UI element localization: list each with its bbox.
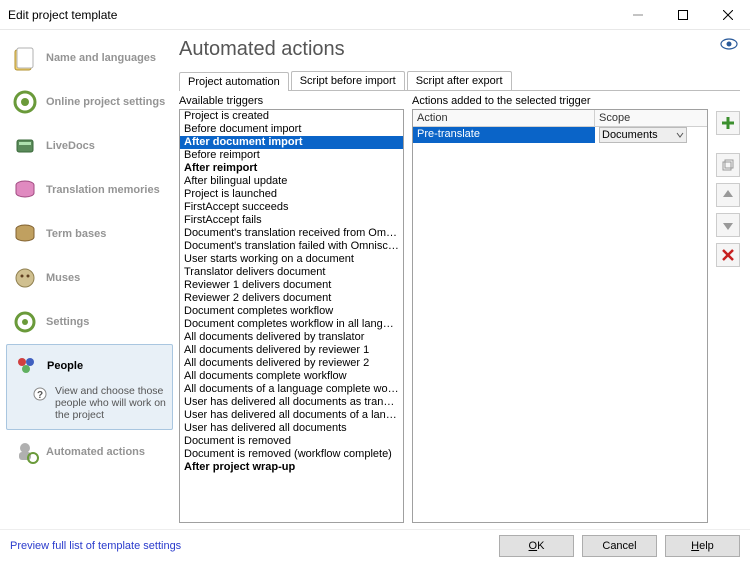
trigger-item[interactable]: All documents delivered by reviewer 1 bbox=[180, 344, 403, 357]
nav-label: LiveDocs bbox=[46, 140, 95, 152]
svg-text:?: ? bbox=[37, 390, 43, 401]
main-panel: Automated actions Project automationScri… bbox=[177, 30, 750, 529]
nav-hint-text: View and choose those people who will wo… bbox=[55, 385, 168, 421]
nav-label: Online project settings bbox=[46, 96, 165, 108]
tab-script-before-import[interactable]: Script before import bbox=[291, 71, 405, 90]
nav-icon bbox=[10, 131, 40, 161]
column-action[interactable]: Action bbox=[413, 110, 595, 126]
scope-select[interactable]: Documents bbox=[599, 127, 687, 143]
action-row[interactable]: Pre-translateDocuments bbox=[413, 127, 707, 143]
window-title: Edit project template bbox=[8, 8, 615, 22]
trigger-item[interactable]: After document import bbox=[180, 136, 403, 149]
nav-label: Automated actions bbox=[46, 446, 145, 458]
page-title: Automated actions bbox=[179, 38, 740, 61]
nav-icon bbox=[10, 307, 40, 337]
trigger-item[interactable]: User has delivered all documents of a la… bbox=[180, 409, 403, 422]
move-down-button[interactable] bbox=[716, 213, 740, 237]
trigger-item[interactable]: Translator delivers document bbox=[180, 266, 403, 279]
trigger-item[interactable]: Before document import bbox=[180, 123, 403, 136]
nav-label: Name and languages bbox=[46, 52, 156, 64]
tab-strip: Project automationScript before importSc… bbox=[179, 71, 740, 91]
sidebar-item-automated-actions[interactable]: Automated actions bbox=[6, 430, 173, 474]
trigger-item[interactable]: Reviewer 1 delivers document bbox=[180, 279, 403, 292]
footer: Preview full list of template settings O… bbox=[0, 529, 750, 561]
trigger-item[interactable]: Document completes workflow in all langu… bbox=[180, 318, 403, 331]
sidebar-item-translation-memories[interactable]: Translation memories bbox=[6, 168, 173, 212]
nav-icon bbox=[11, 351, 41, 381]
nav-label: Translation memories bbox=[46, 184, 160, 196]
trigger-item[interactable]: All documents complete workflow bbox=[180, 370, 403, 383]
sidebar-item-online-project-settings[interactable]: Online project settings bbox=[6, 80, 173, 124]
nav-label: Term bases bbox=[46, 228, 106, 240]
minimize-button[interactable] bbox=[615, 1, 660, 29]
trigger-item[interactable]: Document is removed bbox=[180, 435, 403, 448]
actions-added-label: Actions added to the selected trigger bbox=[412, 95, 708, 107]
ok-button[interactable]: OK bbox=[499, 535, 574, 557]
duplicate-action-button[interactable] bbox=[716, 153, 740, 177]
close-button[interactable] bbox=[705, 1, 750, 29]
tab-script-after-export[interactable]: Script after export bbox=[407, 71, 512, 90]
preview-settings-link[interactable]: Preview full list of template settings bbox=[10, 540, 181, 552]
eye-icon[interactable] bbox=[720, 38, 738, 53]
nav-label: Muses bbox=[46, 272, 80, 284]
sidebar: Name and languages Online project setting… bbox=[0, 30, 177, 529]
trigger-item[interactable]: After reimport bbox=[180, 162, 403, 175]
trigger-item[interactable]: After project wrap-up bbox=[180, 461, 403, 474]
actions-grid[interactable]: ActionScopePre-translateDocuments bbox=[412, 109, 708, 523]
trigger-item[interactable]: User starts working on a document bbox=[180, 253, 403, 266]
nav-label: People bbox=[47, 360, 83, 372]
sidebar-item-name-and-languages[interactable]: Name and languages bbox=[6, 36, 173, 80]
trigger-item[interactable]: Document's translation failed with Omnis… bbox=[180, 240, 403, 253]
trigger-item[interactable]: Project is created bbox=[180, 110, 403, 123]
move-up-button[interactable] bbox=[716, 183, 740, 207]
trigger-item[interactable]: Document completes workflow bbox=[180, 305, 403, 318]
add-action-button[interactable] bbox=[716, 111, 740, 135]
sidebar-item-settings[interactable]: Settings bbox=[6, 300, 173, 344]
trigger-item[interactable]: User has delivered all documents as tran… bbox=[180, 396, 403, 409]
info-icon: ? bbox=[33, 387, 49, 403]
trigger-item[interactable]: User has delivered all documents bbox=[180, 422, 403, 435]
scope-cell[interactable]: Documents bbox=[595, 127, 689, 143]
available-triggers-label: Available triggers bbox=[179, 95, 404, 107]
nav-icon bbox=[10, 87, 40, 117]
cancel-button[interactable]: Cancel bbox=[582, 535, 657, 557]
sidebar-item-muses[interactable]: Muses bbox=[6, 256, 173, 300]
nav-icon bbox=[10, 175, 40, 205]
nav-icon bbox=[10, 263, 40, 293]
sidebar-item-people[interactable]: People? View and choose those people who … bbox=[6, 344, 173, 430]
trigger-item[interactable]: FirstAccept fails bbox=[180, 214, 403, 227]
sidebar-item-livedocs[interactable]: LiveDocs bbox=[6, 124, 173, 168]
sidebar-item-term-bases[interactable]: Term bases bbox=[6, 212, 173, 256]
trigger-item[interactable]: All documents of a language complete wor… bbox=[180, 383, 403, 396]
remove-action-button[interactable] bbox=[716, 243, 740, 267]
action-cell[interactable]: Pre-translate bbox=[413, 127, 595, 143]
chevron-down-icon bbox=[676, 131, 684, 139]
help-button[interactable]: Help bbox=[665, 535, 740, 557]
trigger-item[interactable]: Document's translation received from Omn… bbox=[180, 227, 403, 240]
triggers-listbox[interactable]: Project is createdBefore document import… bbox=[179, 109, 404, 523]
trigger-item[interactable]: After bilingual update bbox=[180, 175, 403, 188]
trigger-item[interactable]: All documents delivered by reviewer 2 bbox=[180, 357, 403, 370]
tab-project-automation[interactable]: Project automation bbox=[179, 72, 289, 91]
nav-icon bbox=[10, 437, 40, 467]
action-toolbar bbox=[716, 95, 740, 523]
trigger-item[interactable]: All documents delivered by translator bbox=[180, 331, 403, 344]
trigger-item[interactable]: Before reimport bbox=[180, 149, 403, 162]
nav-icon bbox=[10, 219, 40, 249]
nav-icon bbox=[10, 43, 40, 73]
title-bar: Edit project template bbox=[0, 0, 750, 30]
column-scope[interactable]: Scope bbox=[595, 110, 689, 126]
trigger-item[interactable]: Reviewer 2 delivers document bbox=[180, 292, 403, 305]
maximize-button[interactable] bbox=[660, 1, 705, 29]
trigger-item[interactable]: FirstAccept succeeds bbox=[180, 201, 403, 214]
trigger-item[interactable]: Project is launched bbox=[180, 188, 403, 201]
trigger-item[interactable]: Document is removed (workflow complete) bbox=[180, 448, 403, 461]
nav-label: Settings bbox=[46, 316, 89, 328]
